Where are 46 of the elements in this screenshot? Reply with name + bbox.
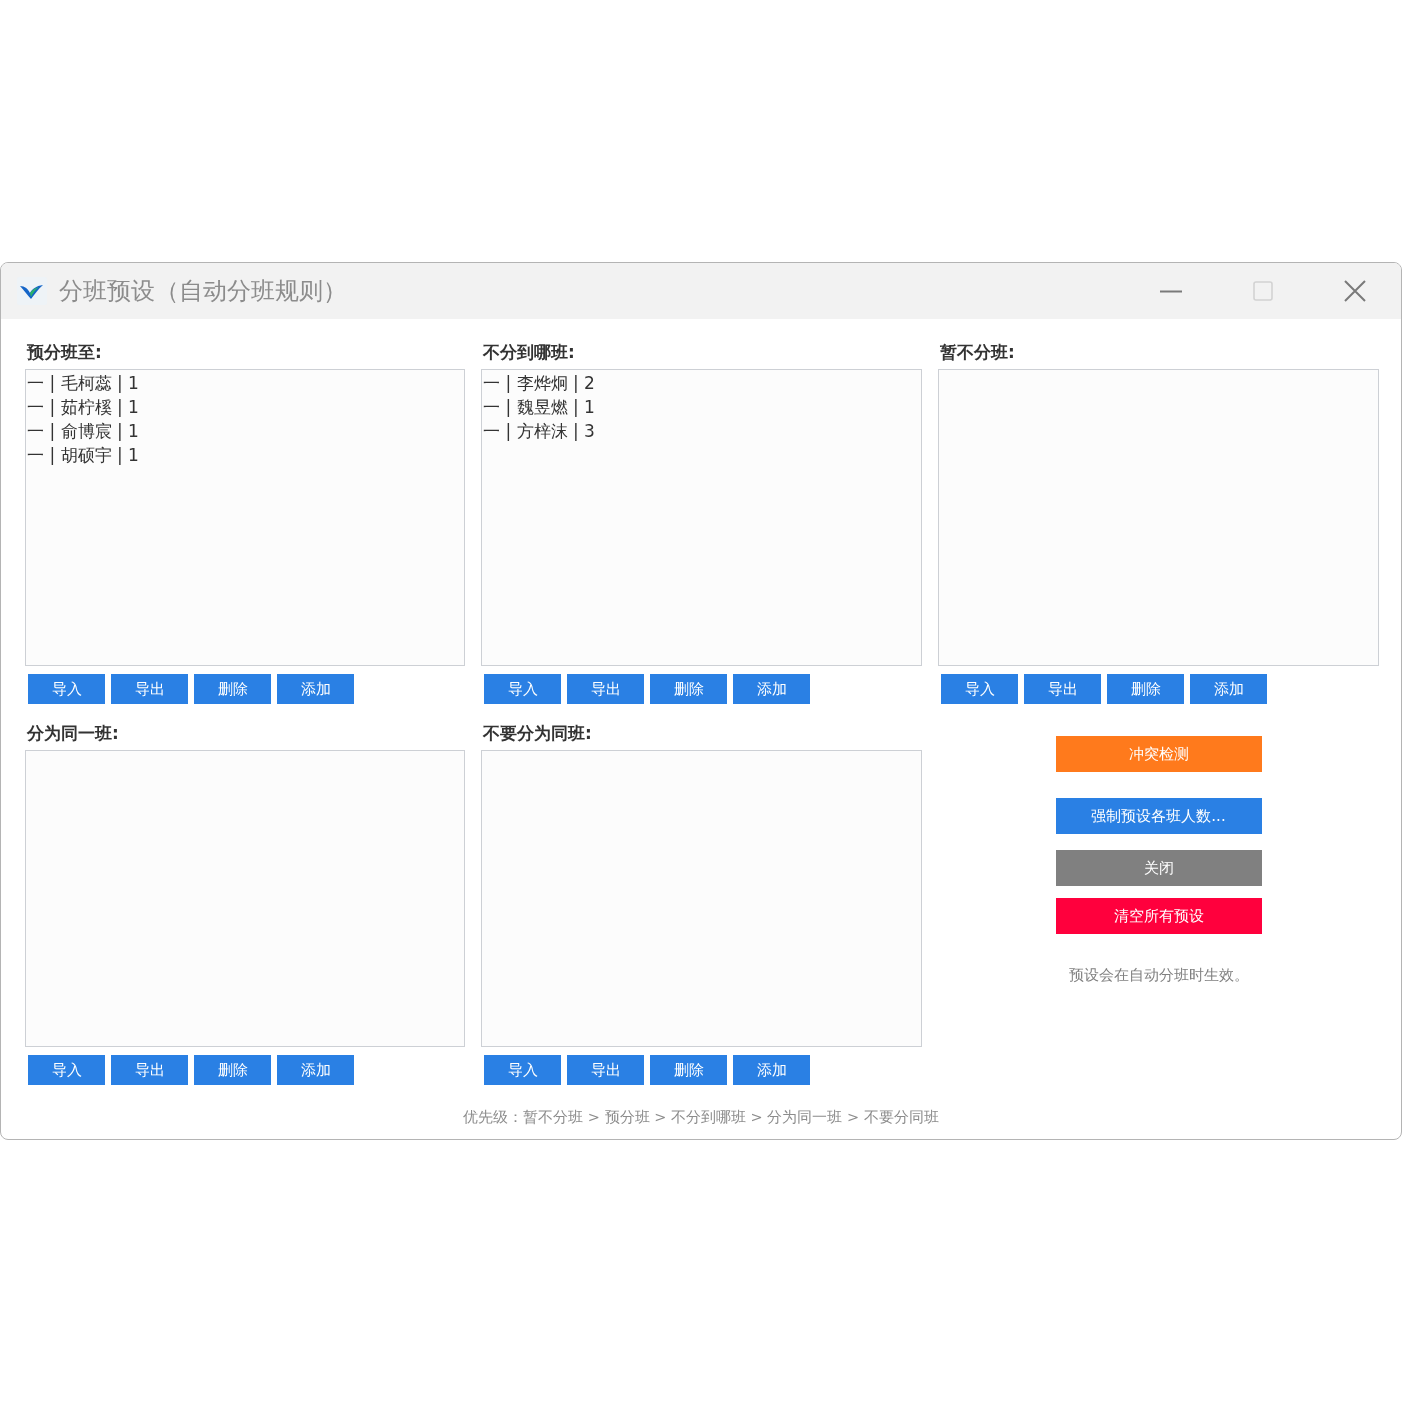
list-item[interactable]: 一 | 方梓沫 | 3 bbox=[483, 419, 595, 443]
delete-button[interactable]: 删除 bbox=[194, 1055, 271, 1085]
list-box[interactable] bbox=[25, 750, 465, 1047]
add-button[interactable]: 添加 bbox=[733, 1055, 810, 1085]
import-button[interactable]: 导入 bbox=[484, 674, 561, 704]
add-button[interactable]: 添加 bbox=[277, 674, 354, 704]
export-button[interactable]: 导出 bbox=[567, 1055, 644, 1085]
clear-presets-button[interactable]: 清空所有预设 bbox=[1055, 898, 1262, 934]
delete-button[interactable]: 删除 bbox=[1107, 674, 1184, 704]
list-item[interactable]: 一 | 俞博宸 | 1 bbox=[27, 419, 139, 443]
section-label: 预分班至: bbox=[25, 341, 102, 364]
list-item[interactable]: 一 | 毛柯蕊 | 1 bbox=[27, 371, 139, 395]
add-button[interactable]: 添加 bbox=[733, 674, 810, 704]
add-button[interactable]: 添加 bbox=[1190, 674, 1267, 704]
list-box[interactable] bbox=[481, 750, 922, 1047]
add-button[interactable]: 添加 bbox=[277, 1055, 354, 1085]
minimize-icon[interactable] bbox=[1160, 289, 1182, 293]
close-icon[interactable] bbox=[1344, 280, 1366, 302]
list-item[interactable]: 一 | 茹柠榽 | 1 bbox=[27, 395, 139, 419]
window-title: 分班预设（自动分班规则） bbox=[59, 276, 347, 307]
section-label: 不分到哪班: bbox=[482, 341, 575, 364]
export-button[interactable]: 导出 bbox=[567, 674, 644, 704]
section-label: 暂不分班: bbox=[939, 341, 1015, 364]
class-size-button[interactable]: 强制预设各班人数... bbox=[1055, 798, 1262, 834]
conflict-check-button[interactable]: 冲突检测 bbox=[1055, 736, 1262, 772]
export-button[interactable]: 导出 bbox=[1024, 674, 1101, 704]
priority-text: 优先级：暂不分班 > 预分班 > 不分到哪班 > 分为同一班 > 不要分同班 bbox=[462, 1108, 940, 1127]
import-button[interactable]: 导入 bbox=[941, 674, 1018, 704]
note-text: 预设会在自动分班时生效。 bbox=[1068, 965, 1249, 985]
delete-button[interactable]: 删除 bbox=[650, 1055, 727, 1085]
list-item[interactable]: 一 | 魏昱燃 | 1 bbox=[483, 395, 595, 419]
close-dialog-button[interactable]: 关闭 bbox=[1055, 850, 1262, 886]
list-item[interactable]: 一 | 李烨炯 | 2 bbox=[483, 371, 595, 395]
import-button[interactable]: 导入 bbox=[28, 1055, 105, 1085]
section-label: 分为同一班: bbox=[26, 722, 119, 745]
import-button[interactable]: 导入 bbox=[484, 1055, 561, 1085]
list-box[interactable]: 一 | 毛柯蕊 | 1 一 | 茹柠榽 | 1 一 | 俞博宸 | 1 一 | 胡硕宇 | 1 bbox=[25, 369, 465, 666]
export-button[interactable]: 导出 bbox=[111, 674, 188, 704]
list-item[interactable]: 一 | 胡硕宇 | 1 bbox=[27, 443, 139, 467]
delete-button[interactable]: 删除 bbox=[194, 674, 271, 704]
delete-button[interactable]: 删除 bbox=[650, 674, 727, 704]
list-box[interactable]: 一 | 李烨炯 | 2 一 | 魏昱燃 | 1 一 | 方梓沫 | 3 bbox=[481, 369, 922, 666]
import-button[interactable]: 导入 bbox=[28, 674, 105, 704]
list-box[interactable] bbox=[938, 369, 1379, 666]
export-button[interactable]: 导出 bbox=[111, 1055, 188, 1085]
section-label: 不要分为同班: bbox=[482, 722, 592, 745]
